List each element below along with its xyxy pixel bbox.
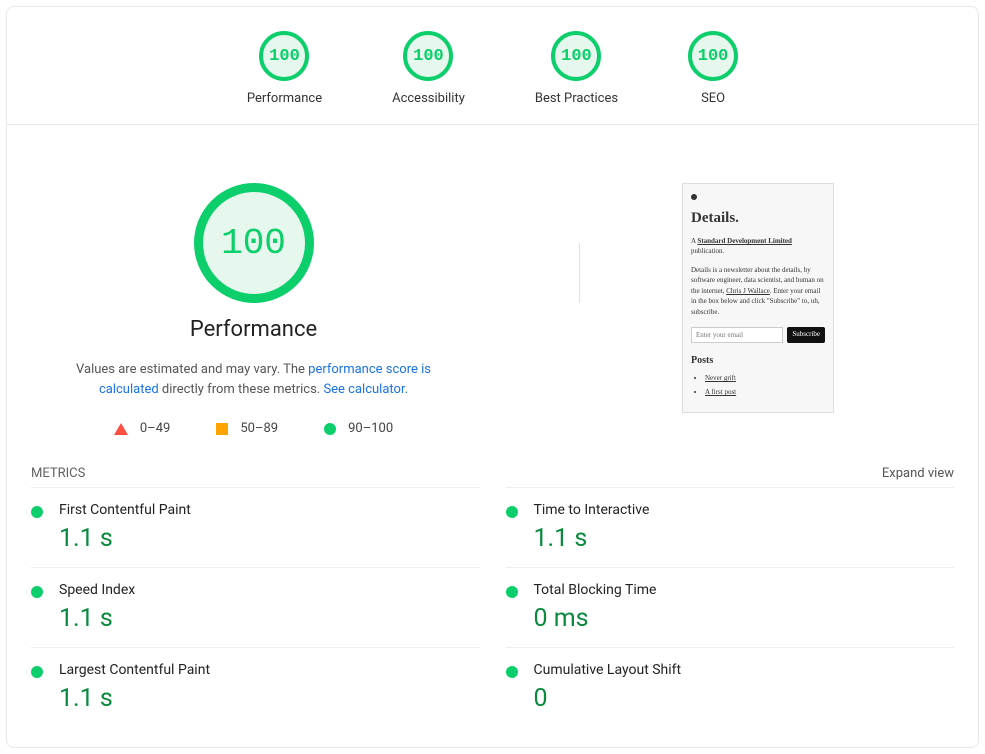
legend-average-label: 50–89	[240, 421, 278, 436]
metric-cls[interactable]: Cumulative Layout Shift 0	[506, 647, 955, 727]
metric-label: First Contentful Paint	[59, 502, 191, 518]
performance-description: Values are estimated and may vary. The p…	[59, 360, 449, 399]
desc-prefix: Values are estimated and may vary. The	[76, 362, 308, 377]
score-performance[interactable]: 100 Performance	[247, 31, 322, 106]
page-preview-thumbnail: Details. A Standard Development Limited …	[682, 183, 834, 413]
preview-paragraph: Details is a newsletter about the detail…	[691, 265, 825, 318]
metric-label: Total Blocking Time	[534, 582, 657, 598]
main-gauge-title: Performance	[190, 317, 317, 342]
status-dot-icon	[31, 586, 43, 598]
gauge-seo-label: SEO	[701, 91, 725, 106]
gauge-accessibility-value: 100	[413, 47, 444, 66]
report-body: 100 Performance Values are estimated and…	[7, 143, 978, 436]
triangle-icon	[114, 423, 128, 435]
main-gauge-value: 100	[221, 223, 286, 264]
lighthouse-report-card: 100 Performance 100 Accessibility 100 Be…	[6, 6, 979, 748]
metrics-header: METRICS Expand view	[7, 436, 978, 487]
metrics-heading: METRICS	[31, 466, 85, 481]
metric-label: Largest Contentful Paint	[59, 662, 210, 678]
gauge-performance-label: Performance	[247, 91, 322, 106]
status-dot-icon	[31, 506, 43, 518]
metric-label: Speed Index	[59, 582, 135, 598]
status-dot-icon	[506, 586, 518, 598]
gauge-performance: 100	[259, 31, 309, 81]
preview-subtitle: A Standard Development Limited publicati…	[691, 237, 825, 257]
metric-tbt[interactable]: Total Blocking Time 0 ms	[506, 567, 955, 647]
metrics-grid: First Contentful Paint 1.1 s Speed Index…	[7, 487, 978, 727]
metric-value: 1.1 s	[59, 684, 210, 713]
metric-fcp[interactable]: First Contentful Paint 1.1 s	[31, 487, 480, 567]
link-see-calculator[interactable]: See calculator.	[323, 382, 408, 397]
metric-value: 0 ms	[534, 604, 657, 633]
metrics-col-left: First Contentful Paint 1.1 s Speed Index…	[31, 487, 480, 727]
preview-posts-heading: Posts	[691, 355, 825, 366]
metric-si[interactable]: Speed Index 1.1 s	[31, 567, 480, 647]
circle-icon	[324, 423, 336, 435]
metric-value: 1.1 s	[59, 524, 191, 553]
preview-posts-list: Never grift A first post	[691, 374, 825, 396]
legend-poor: 0–49	[114, 421, 170, 436]
preview-logo-dot	[691, 194, 697, 200]
metric-value: 1.1 s	[59, 604, 135, 633]
preview-subscribe-row: Subscribe	[691, 327, 825, 343]
gauge-best-practices-value: 100	[561, 47, 592, 66]
metric-tti[interactable]: Time to Interactive 1.1 s	[506, 487, 955, 567]
gauge-seo: 100	[688, 31, 738, 81]
preview-title: Details.	[691, 210, 825, 227]
performance-block: 100 Performance Values are estimated and…	[31, 183, 476, 436]
gauge-seo-value: 100	[698, 47, 729, 66]
gauge-performance-value: 100	[269, 47, 300, 66]
score-best-practices[interactable]: 100 Best Practices	[535, 31, 618, 106]
gauge-best-practices: 100	[551, 31, 601, 81]
preview-email-input	[691, 327, 783, 343]
legend-good-label: 90–100	[348, 421, 393, 436]
legend-poor-label: 0–49	[140, 421, 170, 436]
gauge-best-practices-label: Best Practices	[535, 91, 618, 106]
preview-post-item: Never grift	[705, 374, 825, 382]
status-dot-icon	[506, 506, 518, 518]
gauge-accessibility-label: Accessibility	[392, 91, 465, 106]
metric-lcp[interactable]: Largest Contentful Paint 1.1 s	[31, 647, 480, 727]
legend-good: 90–100	[324, 421, 393, 436]
metric-label: Cumulative Layout Shift	[534, 662, 682, 678]
score-seo[interactable]: 100 SEO	[688, 31, 738, 106]
score-legend: 0–49 50–89 90–100	[114, 421, 393, 436]
status-dot-icon	[31, 666, 43, 678]
status-dot-icon	[506, 666, 518, 678]
metric-label: Time to Interactive	[534, 502, 650, 518]
metric-value: 1.1 s	[534, 524, 650, 553]
metric-value: 0	[534, 684, 682, 713]
preview-subscribe-button: Subscribe	[787, 327, 825, 343]
desc-mid: directly from these metrics.	[159, 382, 324, 397]
legend-average: 50–89	[216, 421, 278, 436]
preview-post-item: A first post	[705, 388, 825, 396]
vertical-divider	[579, 243, 580, 303]
expand-view-toggle[interactable]: Expand view	[882, 466, 954, 481]
main-gauge: 100	[194, 183, 314, 303]
score-summary-row: 100 Performance 100 Accessibility 100 Be…	[7, 19, 978, 125]
gauge-accessibility: 100	[403, 31, 453, 81]
square-icon	[216, 423, 228, 435]
metrics-col-right: Time to Interactive 1.1 s Total Blocking…	[506, 487, 955, 727]
score-accessibility[interactable]: 100 Accessibility	[392, 31, 465, 106]
